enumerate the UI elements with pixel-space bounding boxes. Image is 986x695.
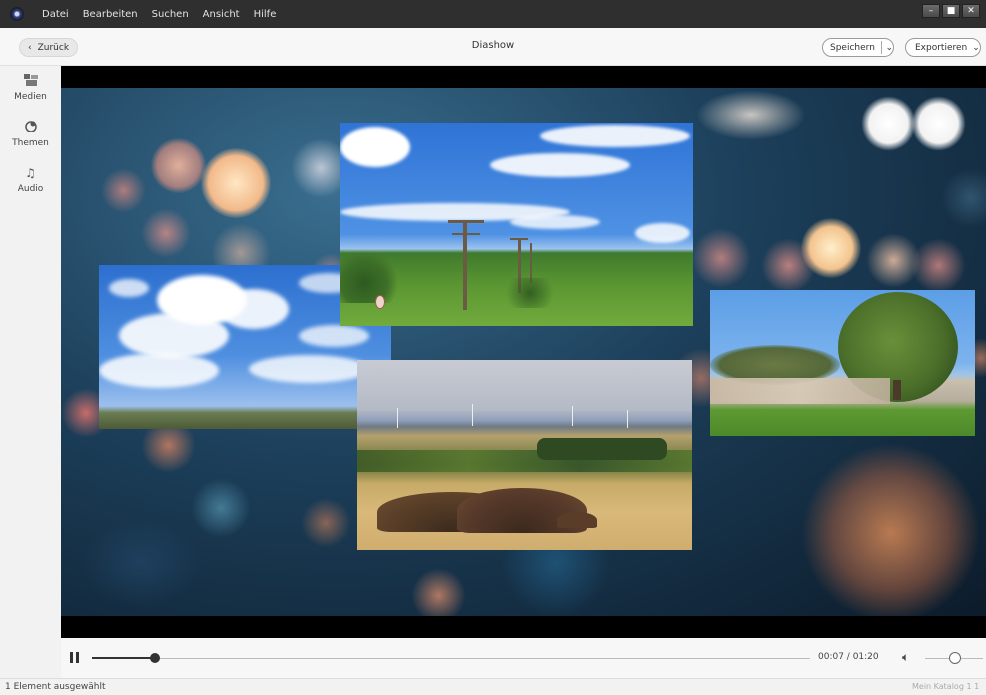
chevron-down-icon: ⌄ — [972, 42, 980, 53]
window-controls: – ■ ✕ — [922, 4, 980, 18]
playback-bar: 00:07 / 01:20 🔈︎ — [61, 638, 986, 678]
pause-icon[interactable] — [70, 652, 80, 663]
chevron-down-icon[interactable]: ⌄ — [885, 43, 893, 53]
slideshow-preview[interactable] — [61, 66, 986, 638]
catalog-status: Mein Katalog 1 1 — [912, 682, 980, 691]
export-button-label: Exportieren — [915, 42, 968, 53]
status-bar: 1 Element ausgewählt Mein Katalog 1 1 — [0, 678, 986, 695]
sidebar-item-audio[interactable]: ♫ Audio — [0, 166, 61, 194]
menu-datei[interactable]: Datei — [42, 9, 69, 20]
save-divider — [880, 41, 882, 54]
sidebar-item-themen[interactable]: Themen — [0, 120, 61, 148]
photo-power-lines[interactable] — [340, 123, 693, 326]
sidebar-item-medien[interactable]: Medien — [0, 74, 61, 102]
save-button[interactable]: Speichern ⌄ — [822, 38, 894, 57]
app-logo-icon[interactable] — [10, 7, 24, 21]
export-button[interactable]: Exportieren ⌄ — [905, 38, 981, 57]
toolbar: ‹ Zurück Diashow Speichern ⌄ Exportieren… — [0, 28, 986, 66]
maximize-button[interactable]: ■ — [942, 4, 960, 18]
left-sidebar: Medien Themen ♫ Audio — [0, 66, 61, 678]
close-button[interactable]: ✕ — [962, 4, 980, 18]
audio-icon: ♫ — [25, 166, 36, 180]
menu-bearbeiten[interactable]: Bearbeiten — [83, 9, 138, 20]
sidebar-item-label: Audio — [17, 184, 44, 194]
menu-bar: Datei Bearbeiten Suchen Ansicht Hilfe – … — [0, 0, 986, 28]
menu-suchen[interactable]: Suchen — [152, 9, 189, 20]
themes-icon — [0, 120, 61, 134]
photo-tree[interactable] — [710, 290, 975, 436]
media-icon — [0, 74, 61, 88]
sidebar-item-label: Themen — [12, 138, 49, 148]
seek-handle[interactable] — [150, 653, 160, 663]
save-button-label: Speichern — [830, 42, 875, 53]
seek-progress — [92, 657, 155, 659]
volume-handle[interactable] — [949, 652, 961, 664]
photo-harvest-field[interactable] — [357, 360, 692, 550]
selection-status: 1 Element ausgewählt — [5, 682, 106, 692]
seek-slider[interactable] — [92, 653, 810, 663]
menu-hilfe[interactable]: Hilfe — [254, 9, 277, 20]
sidebar-item-label: Medien — [14, 92, 47, 102]
minimize-button[interactable]: – — [922, 4, 940, 18]
menu-ansicht[interactable]: Ansicht — [203, 9, 240, 20]
volume-icon[interactable]: 🔈︎ — [902, 650, 909, 665]
playback-time: 00:07 / 01:20 — [818, 652, 879, 662]
